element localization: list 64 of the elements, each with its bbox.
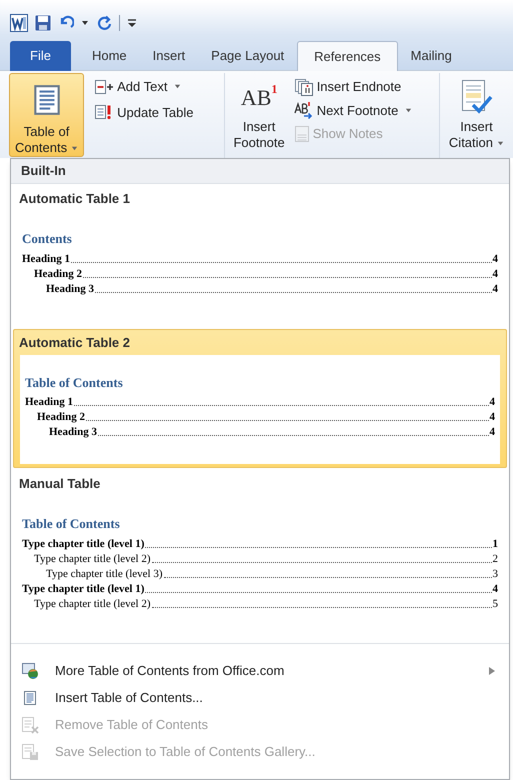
page-number: 4	[490, 395, 495, 410]
document-icon	[22, 690, 38, 706]
ribbon-tab[interactable]: Mailing	[398, 41, 465, 71]
toc-entry-text: Type chapter title (level 2)	[34, 596, 151, 612]
toc-entry-text: Heading 3	[46, 282, 94, 296]
undo-icon[interactable]	[58, 15, 74, 31]
toc-entry-text: Heading 2	[37, 410, 85, 425]
ribbon-small-button[interactable]: Insert Endnote	[294, 77, 439, 96]
page-number: 4	[492, 252, 498, 266]
section-header: Built-In	[11, 159, 509, 184]
gallery-item-title: Manual Table	[18, 475, 102, 493]
page-number: 3	[492, 566, 498, 582]
page-number: 2	[492, 552, 498, 566]
caret-icon	[71, 145, 78, 152]
toc-entry-text: Heading 3	[49, 425, 97, 440]
gallery-item[interactable]: Automatic Table 2 Table of Contents Heading 1 4 Heading 2 4 Heading 3 4	[13, 328, 507, 468]
caret-icon	[174, 83, 182, 90]
ribbon-small-button[interactable]: Next Footnote	[294, 100, 439, 120]
page-number: 4	[492, 282, 498, 296]
toc-entry-text: Type chapter title (level 1)	[22, 536, 144, 552]
stacked-pages-icon	[294, 78, 314, 96]
table-of-contents-button[interactable]: Table of Contents	[9, 73, 84, 157]
page-icon	[294, 124, 310, 143]
caret-icon	[405, 106, 412, 114]
page-number: 4	[492, 582, 498, 596]
ribbon-tab[interactable]: Insert	[140, 41, 198, 71]
submenu-arrow-icon	[489, 666, 495, 675]
toc-entry-text: Type chapter title (level 1)	[22, 582, 144, 596]
dropdown-arrow-icon[interactable]	[81, 19, 89, 27]
caret-icon	[497, 140, 504, 148]
toc-entry-text: Type chapter title (level 3)	[46, 566, 163, 582]
menu-item[interactable]: Insert Table of Contents...	[11, 684, 509, 712]
ribbon-small-button[interactable]: Add Text	[94, 77, 224, 96]
page-disk-icon	[21, 742, 39, 761]
page-number: 1	[492, 536, 498, 552]
gallery-item-title: Automatic Table 1	[18, 190, 132, 208]
ribbon-tab[interactable]: Page Layout	[198, 41, 298, 71]
redo-icon[interactable]	[96, 15, 112, 31]
ribbon-tab[interactable]: Home	[78, 41, 140, 71]
toc-entry-text: Type chapter title (level 2)	[34, 552, 151, 566]
toc-preview-title: Contents	[22, 230, 73, 248]
file-tab[interactable]: File	[10, 41, 71, 71]
page-cross-icon	[21, 716, 39, 734]
menu-item[interactable]: More Table of Contents from Office.com	[11, 657, 509, 684]
toc-entry-text: Heading 2	[34, 266, 82, 282]
save-icon[interactable]	[35, 15, 51, 31]
ab-arrow-icon	[294, 101, 314, 120]
customize-menu-icon[interactable]	[127, 18, 137, 28]
toc-entry-text: Heading 1	[22, 252, 70, 266]
document-checkmark-icon	[459, 79, 494, 115]
page-number: 4	[490, 425, 495, 440]
word-logo-icon[interactable]	[10, 14, 28, 32]
page-number: 4	[492, 266, 498, 282]
toc-entry-text: Heading 1	[25, 395, 73, 410]
ribbon-tab[interactable]: References	[297, 41, 398, 71]
ribbon-small-button[interactable]: Update Table	[94, 102, 224, 122]
page-number: 5	[492, 596, 498, 612]
globe-page-icon	[21, 662, 39, 680]
insert-citation-button[interactable]: Insert Citation	[440, 73, 513, 158]
gallery-item-title: Automatic Table 2	[18, 334, 132, 352]
toc-preview-title: Table of Contents	[22, 515, 121, 533]
page-plus-icon	[94, 78, 114, 95]
toc-preview-title: Table of Contents	[25, 374, 124, 392]
page-number: 4	[490, 410, 495, 425]
